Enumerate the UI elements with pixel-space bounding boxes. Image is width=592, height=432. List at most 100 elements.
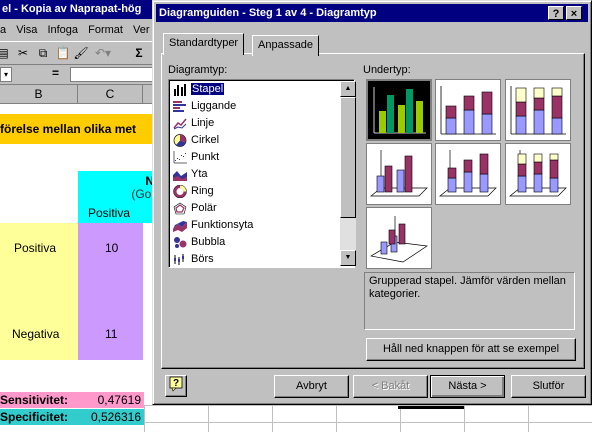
autosum-icon[interactable]: Σ [130, 45, 148, 62]
3d-clustered-column-icon [370, 150, 428, 197]
dialog-title: Diagramguiden - Steg 1 av 4 - Diagramtyp [159, 7, 377, 19]
list-item-label: Börs [191, 253, 214, 265]
selection-border [398, 406, 464, 409]
sheet-grid-lower[interactable] [144, 405, 592, 432]
cut-icon[interactable]: ✂ [14, 45, 32, 62]
undertyp-label: Undertyp: [363, 64, 411, 76]
diagramtyp-label: Diagramtyp: [168, 64, 228, 76]
surface-chart-icon [173, 221, 187, 232]
excel-title: el - Kopia av Naprapat-hög [2, 3, 142, 15]
list-item-label: Yta [191, 168, 208, 180]
menu-item-infoga[interactable]: Infoga [47, 24, 78, 36]
menu-item-visa[interactable]: Visa [16, 24, 37, 36]
bar-chart-icon [173, 101, 186, 112]
scroll-up-icon[interactable]: ▲ [340, 81, 356, 97]
3d-stacked-column-icon [439, 150, 497, 197]
office-assistant-button[interactable]: ? [165, 375, 187, 397]
scroll-down-icon[interactable]: ▼ [340, 250, 356, 266]
banner-text: förelse mellan olika met [0, 122, 137, 136]
subtype-stacked-column[interactable] [435, 79, 501, 141]
sensitivitet-value[interactable]: 0,47619 [84, 392, 144, 408]
tab-anpassade[interactable]: Anpassade [252, 35, 320, 56]
list-item-label: Punkt [191, 151, 220, 163]
banner-cell[interactable]: förelse mellan olika met [0, 114, 160, 144]
list-item-yta[interactable]: Yta [171, 166, 339, 183]
line-chart-icon [173, 118, 187, 130]
copy-icon[interactable]: ⧉ [34, 45, 52, 62]
list-item-liggande[interactable]: Liggande [171, 98, 339, 115]
list-item-label: Ring [191, 185, 214, 197]
list-item-funktionsyta[interactable]: Funktionsyta [171, 217, 339, 234]
chart-wizard-dialog: Diagramguiden - Steg 1 av 4 - Diagramtyp… [152, 0, 592, 405]
close-button[interactable]: × [566, 6, 582, 20]
tab-standardtyper[interactable]: Standardtyper [163, 33, 245, 55]
list-item-label: Liggande [191, 100, 237, 112]
specificitet-label[interactable]: Specificitet: [0, 409, 84, 425]
svg-text:?: ? [173, 378, 179, 389]
list-item-punkt[interactable]: Punkt [171, 149, 339, 166]
help-assistant-icon: ? [169, 376, 183, 392]
menu-item-format[interactable]: Format [88, 24, 123, 36]
specificitet-value[interactable]: 0,526316 [84, 409, 144, 425]
menu-item[interactable]: a [0, 24, 6, 36]
clustered-column-icon [373, 87, 426, 134]
list-item-bors[interactable]: Börs [171, 251, 339, 268]
header-sub-text: (Gol [131, 187, 154, 201]
col-label-positiva: Positiva [88, 206, 131, 220]
subtype-3d-clustered-column[interactable] [366, 143, 432, 205]
column-chart-icon [174, 84, 186, 96]
undo-icon[interactable]: ↶▾ [94, 45, 112, 62]
value-negativa: 11 [105, 327, 118, 341]
excel-menu-bar: a Visa Infoga Format Ver [0, 19, 160, 41]
percent-stacked-column-icon [510, 86, 566, 135]
name-box-dropdown[interactable]: ▾ [0, 67, 12, 82]
3d-percent-stacked-column-icon [509, 150, 567, 197]
formula-equals: = [52, 66, 60, 80]
list-item-label: Polär [191, 202, 217, 214]
radar-chart-icon [173, 202, 187, 215]
list-item-bubbla[interactable]: Bubbla [171, 234, 339, 251]
menu-item-verktyg[interactable]: Ver [133, 24, 150, 36]
column-headers: B C [0, 85, 160, 104]
subtype-clustered-column[interactable] [366, 79, 432, 141]
help-button[interactable]: ? [548, 6, 564, 20]
list-item-stapel[interactable]: Stapel [171, 81, 339, 98]
3d-column-icon [370, 216, 428, 263]
list-scrollbar[interactable]: ▲ ▼ [340, 81, 356, 266]
list-item-label: Stapel [191, 83, 225, 95]
scroll-thumb[interactable] [340, 97, 356, 218]
stock-chart-icon [174, 254, 184, 265]
col-header-c[interactable]: C [78, 85, 143, 104]
list-item-label: Bubbla [191, 236, 226, 248]
paste-icon[interactable]: 📋 [54, 45, 72, 62]
subtype-3d-column[interactable] [366, 207, 432, 269]
next-button[interactable]: Nästa > [430, 375, 505, 398]
sensitivitet-label[interactable]: Sensitivitet: [0, 392, 84, 408]
list-item-polar[interactable]: Polär [171, 200, 339, 217]
chart-type-list[interactable]: Stapel Liggande Linje Cirkel Punkt Yta R… [168, 79, 356, 268]
dialog-title-bar: Diagramguiden - Steg 1 av 4 - Diagramtyp… [156, 4, 588, 22]
row-label-positiva: Positiva [14, 241, 57, 255]
formula-bar: ▾ = [0, 65, 160, 85]
finish-button[interactable]: Slutför [511, 375, 586, 398]
area-chart-icon [173, 171, 187, 181]
print-icon[interactable]: ▤ [0, 45, 12, 62]
subtype-100-stacked-column[interactable] [505, 79, 571, 141]
subtype-3d-100-stacked-column[interactable] [505, 143, 571, 205]
pie-chart-icon [173, 134, 187, 147]
formula-input[interactable] [70, 67, 160, 82]
subtype-3d-stacked-column[interactable] [435, 143, 501, 205]
list-item-linje[interactable]: Linje [171, 115, 339, 132]
back-button[interactable]: < Bakåt [353, 375, 428, 398]
excel-toolbar: ▤ ✂ ⧉ 📋 🖌 ↶▾ Σ [0, 41, 160, 65]
format-painter-icon[interactable]: 🖌 [72, 45, 90, 62]
preview-button[interactable]: Håll ned knappen för att se exempel [366, 338, 576, 361]
list-item-ring[interactable]: Ring [171, 183, 339, 200]
stacked-column-icon [440, 86, 496, 135]
list-item-cirkel[interactable]: Cirkel [171, 132, 339, 149]
doughnut-chart-icon [173, 185, 187, 198]
scatter-chart-icon [173, 151, 187, 164]
excel-title-bar: el - Kopia av Naprapat-hög [0, 0, 160, 19]
cancel-button[interactable]: Avbryt [274, 375, 349, 398]
col-header-b[interactable]: B [0, 85, 78, 104]
